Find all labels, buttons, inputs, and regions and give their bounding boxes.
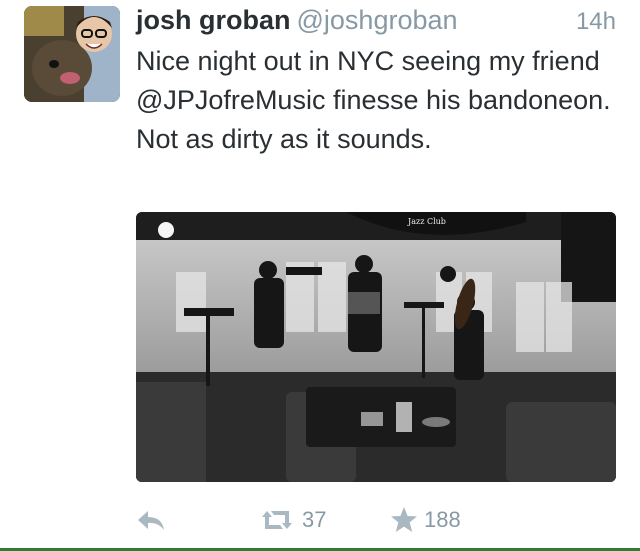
tweet-actions: 37 188 [136,500,616,540]
user-handle[interactable]: @joshgroban [297,5,458,35]
star-icon [391,507,417,532]
retweet-button[interactable]: 37 [258,500,326,540]
jazz-club-photo: Jazz Club [136,212,616,482]
tweet-text: Nice night out in NYC seeing my friend @… [136,46,611,154]
reply-button[interactable] [136,500,166,540]
tweet-header: josh groban @joshgroban 14h [136,5,616,45]
tweet-photo[interactable]: Jazz Club [136,212,616,482]
favorite-count: 188 [424,507,461,532]
photo-sign: Jazz Club [407,217,446,226]
avatar-image [24,6,120,102]
retweet-icon [262,511,292,529]
retweet-count: 37 [302,507,327,532]
author[interactable]: josh groban @joshgroban [136,5,458,36]
avatar[interactable] [24,6,120,102]
reply-arrow-icon [138,511,164,530]
display-name[interactable]: josh groban [136,5,291,35]
timestamp[interactable]: 14h [576,8,616,36]
favorite-button[interactable]: 188 [390,500,461,540]
